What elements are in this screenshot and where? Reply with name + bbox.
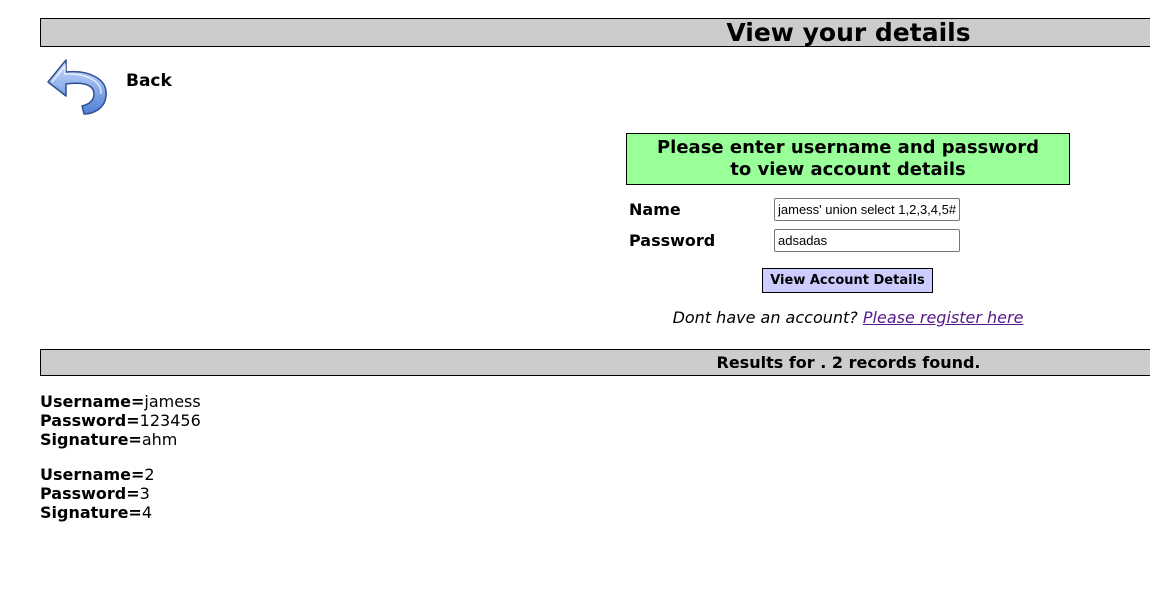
results-bar: Results for . 2 records found. xyxy=(40,349,1150,376)
signature-value: 4 xyxy=(141,503,153,522)
register-prompt-line: Dont have an account? Please register he… xyxy=(626,308,1070,327)
username-input[interactable] xyxy=(774,198,960,221)
username-key: Username= xyxy=(40,465,145,484)
signature-value: ahm xyxy=(141,430,178,449)
login-instructions: Please enter username and password to vi… xyxy=(626,133,1070,185)
register-prompt: Dont have an account? xyxy=(672,308,858,327)
username-key: Username= xyxy=(40,392,145,411)
password-key: Password= xyxy=(40,484,140,503)
back-arrow-icon[interactable] xyxy=(44,56,114,116)
password-value: 3 xyxy=(139,484,150,503)
result-record: Username=jamess Password=123456 Signatur… xyxy=(40,392,201,449)
results-summary: Results for . 2 records found. xyxy=(716,353,981,372)
password-label: Password xyxy=(629,231,716,250)
login-instructions-line1: Please enter username and password xyxy=(656,137,1040,158)
record-username-row: Username=jamess xyxy=(40,392,201,411)
page-title-bar: View your details xyxy=(40,18,1150,47)
register-link[interactable]: Please register here xyxy=(863,308,1024,327)
view-account-details-button[interactable]: View Account Details xyxy=(762,268,933,293)
username-value: 2 xyxy=(144,465,155,484)
record-signature-row: Signature=4 xyxy=(40,503,155,522)
password-value: 123456 xyxy=(139,411,201,430)
password-input[interactable] xyxy=(774,229,960,252)
record-password-row: Password=3 xyxy=(40,484,155,503)
password-key: Password= xyxy=(40,411,140,430)
signature-key: Signature= xyxy=(40,430,142,449)
login-instructions-line2: to view account details xyxy=(730,159,966,180)
record-password-row: Password=123456 xyxy=(40,411,201,430)
page-title: View your details xyxy=(726,18,971,47)
signature-key: Signature= xyxy=(40,503,142,522)
record-signature-row: Signature=ahm xyxy=(40,430,201,449)
name-label: Name xyxy=(629,200,681,219)
result-record: Username=2 Password=3 Signature=4 xyxy=(40,465,155,522)
record-username-row: Username=2 xyxy=(40,465,155,484)
back-link-label[interactable]: Back xyxy=(126,71,172,91)
username-value: jamess xyxy=(144,392,201,411)
